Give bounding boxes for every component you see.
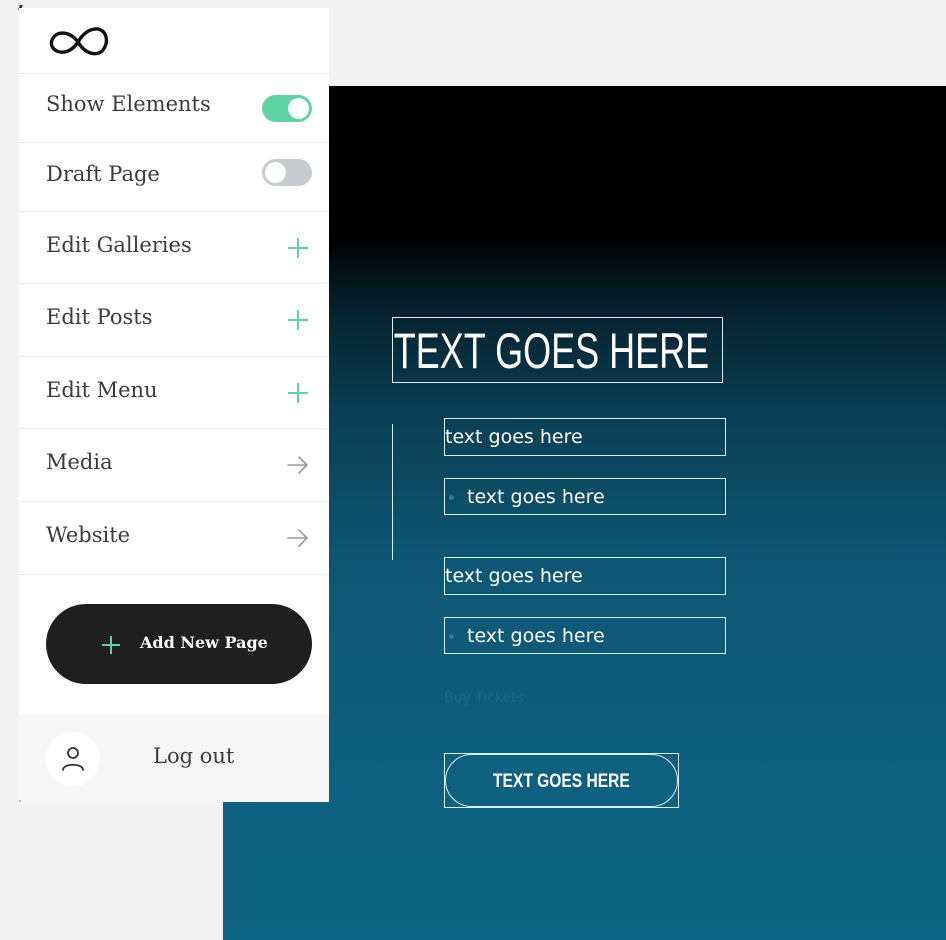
sidebar-item-website[interactable]: Website (19, 502, 329, 575)
hero-title-textbox[interactable]: TEXT GOES HERE (392, 317, 723, 383)
add-new-page-label: Add New Page (140, 633, 268, 652)
tiny-mark (19, 800, 21, 802)
editor-sidebar: Show Elements Draft Page Edit Galleries … (19, 8, 329, 802)
sidebar-item-edit-galleries[interactable]: Edit Galleries (19, 212, 329, 284)
draft-page-toggle[interactable] (262, 159, 312, 186)
cta-button[interactable]: TEXT GOES HERE (445, 754, 678, 807)
sidebar-item-label: Media (46, 450, 113, 474)
bullet-dot (449, 634, 454, 639)
sidebar-item-label: Show Elements (46, 92, 211, 116)
text-box-3[interactable]: text goes here (444, 557, 726, 595)
toggle-knob (265, 162, 286, 183)
user-icon (62, 747, 84, 771)
avatar[interactable] (46, 732, 100, 786)
sidebar-footer: Log out (19, 714, 329, 802)
sidebar-item-media[interactable]: Media (19, 429, 329, 502)
sidebar-item-draft-page[interactable]: Draft Page (19, 143, 329, 212)
plus-icon[interactable] (288, 310, 308, 330)
sidebar-item-show-elements[interactable]: Show Elements (19, 74, 329, 143)
plus-icon (102, 636, 120, 654)
cta-button-label: TEXT GOES HERE (493, 771, 630, 792)
arrow-right-icon[interactable] (287, 455, 309, 475)
sidebar-item-label: Website (46, 523, 131, 547)
arrow-right-icon[interactable] (287, 528, 309, 548)
vertical-divider-line (392, 424, 393, 560)
sidebar-item-label: Draft Page (46, 162, 160, 186)
text-box-4-text: text goes here (467, 625, 605, 647)
sidebar-item-edit-posts[interactable]: Edit Posts (19, 284, 329, 357)
faint-link-text[interactable]: Buy Tickets (444, 690, 524, 706)
add-new-page-button[interactable]: Add New Page (46, 604, 312, 684)
logout-button[interactable]: Log out (153, 744, 234, 768)
text-box-1[interactable]: text goes here (444, 418, 726, 456)
bullet-dot (449, 495, 454, 500)
plus-icon[interactable] (288, 383, 308, 403)
plus-icon[interactable] (288, 238, 308, 258)
sidebar-item-label: Edit Posts (46, 305, 153, 329)
sidebar-item-label: Edit Menu (46, 378, 158, 402)
show-elements-toggle[interactable] (262, 95, 312, 122)
sidebar-item-edit-menu[interactable]: Edit Menu (19, 357, 329, 429)
text-box-2[interactable]: text goes here (444, 478, 726, 515)
cta-button-frame: TEXT GOES HERE (444, 753, 679, 808)
toggle-knob (288, 98, 309, 119)
text-box-4[interactable]: text goes here (444, 617, 726, 654)
sidebar-item-label: Edit Galleries (46, 233, 192, 257)
infinity-logo-icon[interactable] (46, 24, 110, 60)
text-box-2-text: text goes here (467, 486, 605, 508)
hero-title-text: TEXT GOES HERE (393, 323, 710, 379)
